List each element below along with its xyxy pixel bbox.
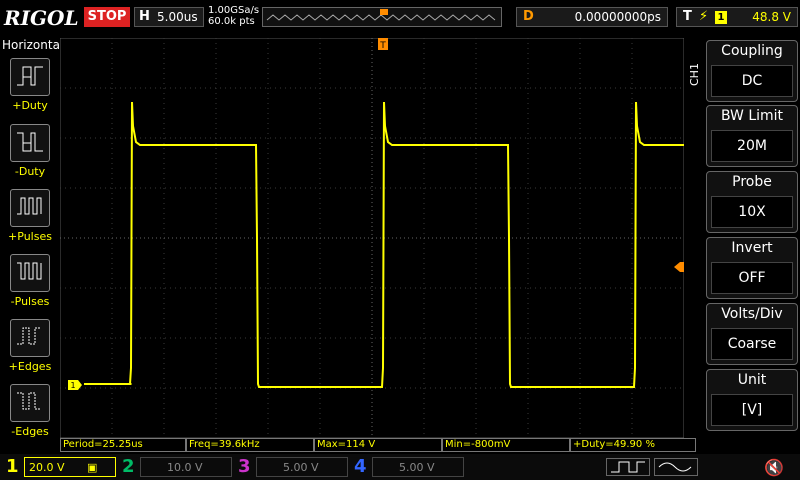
ch4-scale: 5.00 V	[399, 461, 435, 474]
ch1-coupling-icon: ▣	[87, 461, 98, 474]
horizontal-key: H	[139, 9, 150, 24]
minus-duty-label: -Duty	[14, 165, 46, 178]
invert-menu[interactable]: Invert OFF	[706, 237, 798, 299]
bw-limit-value: 20M	[711, 130, 793, 162]
minus-edges-button[interactable]	[10, 384, 50, 422]
probe-title: Probe	[732, 174, 772, 190]
timebase-box[interactable]: H 5.00us	[134, 7, 204, 27]
sample-rate: 1.00GSa/s	[208, 5, 260, 16]
plus-duty-measurement[interactable]: +Duty=49.90 %	[570, 438, 696, 452]
bw-limit-title: BW Limit	[720, 108, 784, 124]
minus-duty-button[interactable]	[10, 124, 50, 162]
svg-text:T: T	[379, 41, 386, 51]
probe-menu[interactable]: Probe ◀ 10X	[706, 171, 798, 233]
channel-status-bar: 1 20.0 V ▣ 2 10.0 V 3 5.00 V 4 5.00 V 🔇	[0, 454, 800, 480]
memory-depth: 60.0k pts	[208, 16, 255, 27]
bw-limit-menu[interactable]: BW Limit 20M	[706, 105, 798, 167]
trigger-box[interactable]: T ⚡ 1 48.8 V	[676, 7, 798, 27]
sine-source-button[interactable]	[654, 458, 698, 476]
ch1-scale: 20.0 V	[29, 461, 65, 474]
memory-waveform-bar	[262, 7, 502, 27]
trigger-level: 48.8 V	[752, 10, 791, 24]
ch1-number[interactable]: 1	[6, 456, 19, 477]
unit-title: Unit	[737, 372, 767, 388]
plus-duty-label: +Duty	[12, 99, 48, 112]
sound-muted-icon[interactable]: 🔇	[764, 458, 784, 477]
plus-pulses-icon	[17, 197, 42, 215]
plus-edges-label: +Edges	[8, 360, 52, 373]
volts-div-menu[interactable]: Volts/Div Coarse	[706, 303, 798, 365]
coupling-title: Coupling	[721, 43, 783, 59]
trigger-key: T	[683, 9, 692, 24]
plus-pulses-button[interactable]	[10, 189, 50, 227]
acquisition-info: 1.00GSa/s 60.0k pts	[208, 5, 259, 27]
plus-pulses-label: +Pulses	[8, 230, 52, 243]
delay-key: D	[523, 9, 534, 24]
ch3-scale-box[interactable]: 5.00 V	[256, 457, 348, 477]
waveform-display[interactable]: T 1	[60, 38, 684, 438]
minus-pulses-icon	[17, 262, 42, 280]
volts-div-title: Volts/Div	[721, 306, 783, 322]
panel-title: Horizontal	[2, 38, 64, 52]
minus-pulses-label: -Pulses	[10, 295, 50, 308]
invert-value: OFF	[711, 262, 793, 294]
minus-pulses-button[interactable]	[10, 254, 50, 292]
coupling-value: DC	[711, 65, 793, 97]
volts-div-value: Coarse	[711, 328, 793, 360]
ch4-scale-box[interactable]: 5.00 V	[372, 457, 464, 477]
memory-waveform-thumbnail	[266, 9, 496, 21]
ch1-scale-box[interactable]: 20.0 V ▣	[24, 457, 116, 477]
channel-menu-panel: Coupling ◀ DC BW Limit 20M Probe ◀ 10X I…	[700, 38, 800, 438]
invert-title: Invert	[731, 240, 773, 256]
plus-edges-button[interactable]	[10, 319, 50, 357]
plus-edges-icon	[17, 327, 41, 345]
svg-text:1: 1	[70, 381, 75, 390]
sine-wave-icon	[658, 462, 692, 472]
probe-value: 10X	[711, 196, 793, 228]
unit-value: [V]	[711, 394, 793, 426]
timebase-value: 5.00us	[157, 10, 198, 24]
min-measurement[interactable]: Min=-800mV	[442, 438, 570, 452]
minus-edges-icon	[17, 392, 41, 410]
plus-duty-button[interactable]	[10, 58, 50, 96]
period-measurement[interactable]: Period=25.25us	[60, 438, 186, 452]
unit-menu[interactable]: Unit ◀ [V]	[706, 369, 798, 431]
ch2-scale: 10.0 V	[167, 461, 203, 474]
coupling-menu[interactable]: Coupling ◀ DC	[706, 40, 798, 102]
ch3-scale: 5.00 V	[283, 461, 319, 474]
minus-duty-icon	[17, 132, 43, 152]
ch2-scale-box[interactable]: 10.0 V	[140, 457, 232, 477]
frequency-measurement[interactable]: Freq=39.6kHz	[186, 438, 314, 452]
ch3-number[interactable]: 3	[238, 456, 251, 477]
delay-box[interactable]: D 0.00000000ps	[516, 7, 668, 27]
pulse-source-button[interactable]	[606, 458, 650, 476]
pulse-wave-icon	[611, 461, 645, 473]
plus-duty-icon	[17, 66, 43, 86]
horizontal-measure-panel: Horizontal +Duty -Duty +Pulses -Pulses +…	[0, 38, 64, 438]
rigol-logo: RIGOL	[4, 6, 79, 30]
measurement-bar: Period=25.25us Freq=39.6kHz Max=114 V Mi…	[60, 438, 700, 452]
ch2-number[interactable]: 2	[122, 456, 135, 477]
trigger-channel: 1	[715, 11, 727, 24]
top-status-bar: RIGOL STOP H 5.00us 1.00GSa/s 60.0k pts …	[0, 0, 800, 36]
delay-value: 0.00000000ps	[574, 10, 661, 24]
run-stop-indicator[interactable]: STOP	[84, 7, 130, 27]
trigger-position-marker[interactable]: T	[378, 38, 388, 51]
ch4-number[interactable]: 4	[354, 456, 367, 477]
minus-edges-label: -Edges	[11, 425, 49, 438]
rising-edge-icon: ⚡	[699, 9, 709, 24]
max-measurement[interactable]: Max=114 V	[314, 438, 442, 452]
